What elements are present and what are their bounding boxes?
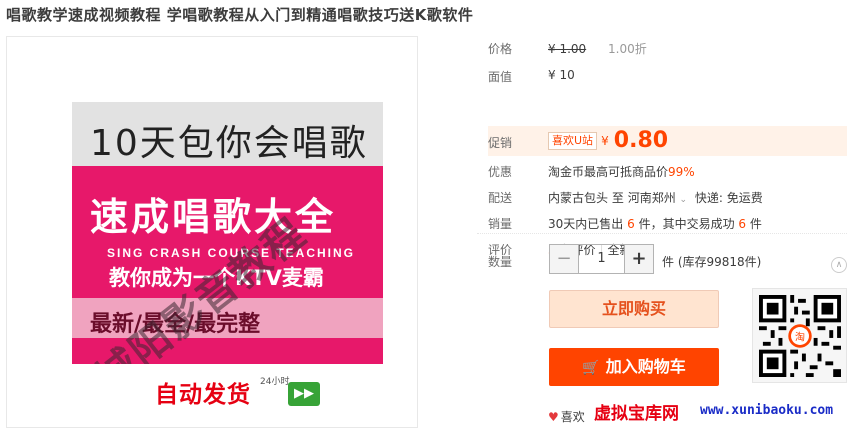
promo-currency: ¥ — [601, 133, 609, 148]
delivery-values: 内蒙古包头 至 河南郑州 ⌄ 快递: 免运费 — [548, 189, 763, 206]
delivery-hours: 24小时 — [260, 377, 290, 387]
promo-price: 0.80 — [613, 128, 669, 153]
price-label: 价格 — [488, 42, 513, 56]
sales-prefix: 30天内已售出 — [548, 217, 624, 231]
quantity-input[interactable]: 1 — [578, 245, 625, 273]
chevron-down-icon[interactable]: ⌄ — [680, 195, 688, 205]
site-watermark-url: www.xunibaoku.com — [700, 403, 834, 418]
stock-info: 件 (库存99818件) — [662, 255, 762, 269]
heart-icon: ♥ — [548, 410, 559, 424]
sales-mid-text: 件，其中交易成功 — [638, 217, 735, 231]
benefit-label: 优惠 — [488, 165, 513, 179]
add-to-cart-button[interactable]: 🛒 加入购物车 — [549, 348, 719, 386]
promo-values: 喜欢U站 ¥ 0.80 — [548, 128, 668, 153]
page-title: 唱歌教学速成视频教程 学唱歌教程从入门到精通唱歌技巧送K歌软件 — [6, 6, 474, 24]
original-price: ¥ 1.00 — [548, 42, 587, 56]
benefit-percent: 99% — [668, 165, 695, 179]
promo-label: 促销 — [488, 136, 513, 150]
product-poster[interactable]: 10天包你会唱歌 速成唱歌大全 SING CRASH COURSE TEACHI… — [72, 102, 383, 364]
sales-unit: 件 — [749, 217, 762, 231]
delivery-from: 内蒙古包头 — [548, 191, 609, 205]
play-forward-icon: ▶▶ — [288, 382, 320, 406]
favorite-label: 喜欢 — [560, 410, 585, 424]
svg-text:淘: 淘 — [795, 330, 805, 343]
benefit-text: 淘金币最高可抵商品价 — [548, 165, 669, 179]
delivery-to-word: 至 — [611, 191, 624, 205]
price-values: ¥ 1.00 1.00折 — [548, 40, 647, 57]
site-watermark-name: 虚拟宝库网 — [594, 404, 679, 424]
section-divider — [477, 233, 847, 234]
express-info: 快递: 免运费 — [694, 191, 763, 205]
sales-label: 销量 — [488, 217, 513, 231]
success-count: 6 — [738, 217, 747, 231]
add-to-cart-label: 加入购物车 — [605, 357, 686, 376]
auto-delivery-badge: 自动发货 — [155, 382, 251, 408]
discount-rate: 1.00折 — [608, 42, 647, 56]
qr-code-pattern: 淘 — [759, 295, 841, 377]
promo-row: 促销 喜欢U站 ¥ 0.80 — [488, 126, 847, 156]
quantity-stepper: − 1 + — [549, 244, 654, 274]
promo-tag[interactable]: 喜欢U站 — [548, 131, 598, 150]
benefit-values: 淘金币最高可抵商品价99% — [548, 163, 695, 180]
delivery-to-select[interactable]: 河南郑州 ⌄ — [628, 191, 687, 205]
quantity-label: 数量 — [488, 255, 513, 269]
delivery-to[interactable]: 河南郑州 — [628, 191, 676, 205]
sold-count: 6 — [627, 217, 635, 231]
chevron-up-icon[interactable]: ∧ — [831, 257, 847, 273]
face-value-label: 面值 — [488, 70, 513, 84]
favorite-button[interactable]: ♥ 喜欢 — [548, 408, 585, 425]
qr-code: 淘 — [752, 288, 847, 383]
product-image-gallery: 10天包你会唱歌 速成唱歌大全 SING CRASH COURSE TEACHI… — [6, 36, 418, 428]
buy-now-button[interactable]: 立即购买 — [549, 290, 719, 328]
increase-button[interactable]: + — [625, 245, 653, 273]
cart-icon: 🛒 — [582, 360, 600, 376]
delivery-label: 配送 — [488, 191, 513, 205]
decrease-button[interactable]: − — [550, 245, 578, 273]
sales-values: 30天内已售出 6 件，其中交易成功 6 件 — [548, 215, 762, 232]
face-value: ¥ 10 — [548, 68, 575, 82]
poster-top-text: 10天包你会唱歌 — [90, 123, 368, 164]
